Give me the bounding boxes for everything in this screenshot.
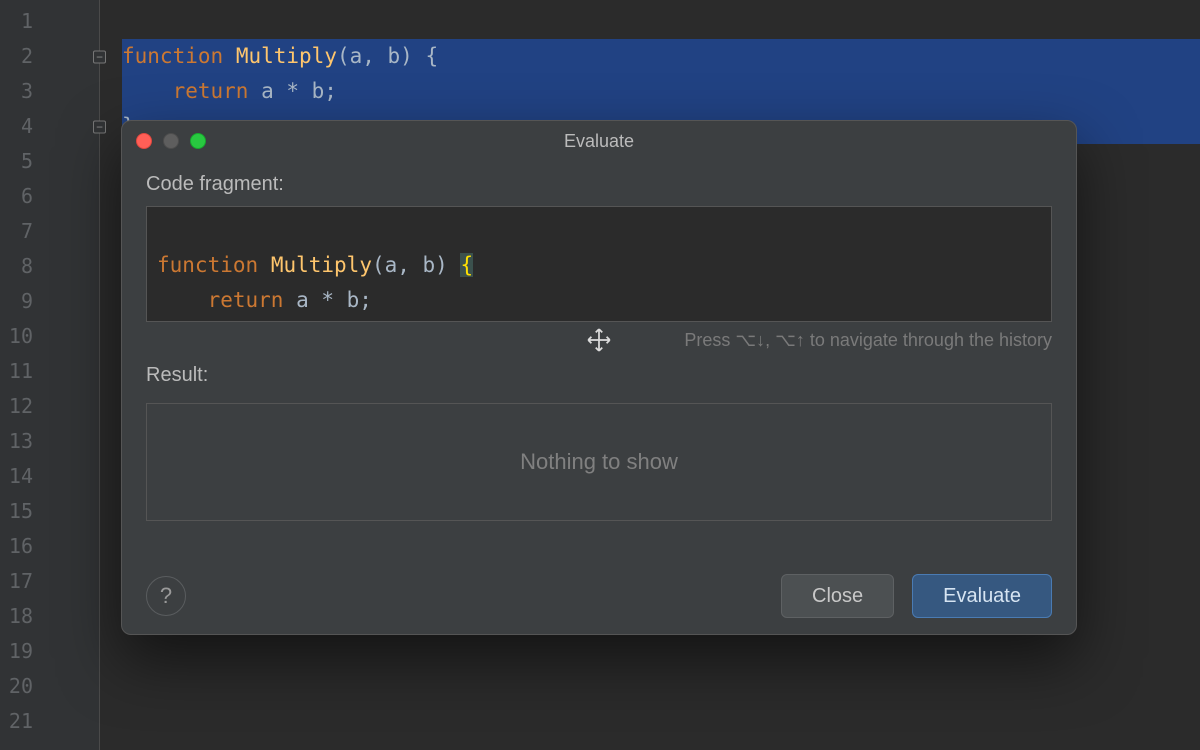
code-fragment-input[interactable]: function Multiply(a, b) { return a * b; …	[146, 206, 1052, 322]
close-window-icon[interactable]	[136, 133, 152, 149]
gutter-fold-margin: − −	[45, 0, 100, 750]
gutter-line-numbers: 1 2 3 4 5 6 7 8 9 10 11 12 13 14 15 16 1…	[0, 0, 45, 750]
expand-fragment-icon[interactable]	[1025, 215, 1043, 233]
evaluate-dialog: Evaluate Code fragment: function Multipl…	[121, 120, 1077, 635]
result-placeholder: Nothing to show	[520, 449, 678, 475]
zoom-window-icon[interactable]	[190, 133, 206, 149]
fold-toggle-icon[interactable]: −	[93, 50, 106, 63]
help-button[interactable]: ?	[146, 576, 186, 616]
code-line: function Multiply(a, b) {	[122, 39, 1200, 74]
close-button[interactable]: Close	[781, 574, 894, 618]
code-line: return a * b;	[122, 74, 1200, 109]
dialog-title: Evaluate	[122, 131, 1076, 152]
minimize-window-icon[interactable]	[163, 133, 179, 149]
resize-handle-icon[interactable]	[586, 327, 612, 353]
fold-end-icon[interactable]: −	[93, 120, 106, 133]
dialog-titlebar[interactable]: Evaluate	[122, 121, 1076, 161]
window-controls	[136, 133, 206, 149]
result-panel: Nothing to show	[146, 403, 1052, 521]
history-hint: Press ⌥↓, ⌥↑ to navigate through the his…	[684, 330, 1052, 351]
code-fragment-label: Code fragment:	[146, 173, 1052, 196]
evaluate-button[interactable]: Evaluate	[912, 574, 1052, 618]
result-label: Result:	[146, 364, 1052, 387]
